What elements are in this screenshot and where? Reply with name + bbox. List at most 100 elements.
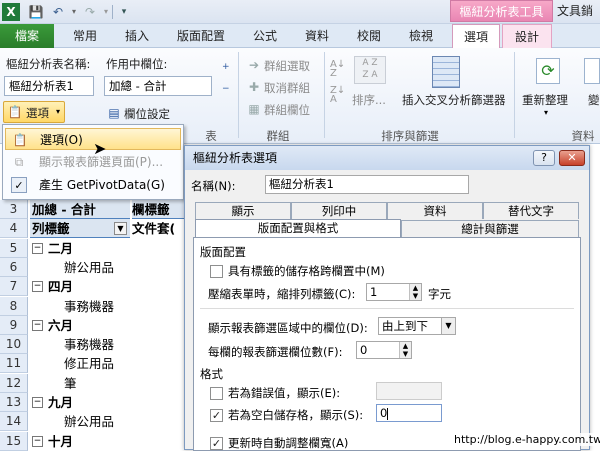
pivot-group-label-partial: 表	[205, 129, 217, 143]
tab-options[interactable]: 選項	[452, 24, 500, 49]
collapse-icon[interactable]: −	[32, 319, 43, 331]
pivot-cell[interactable]: 辦公用品	[64, 258, 114, 277]
dialog-name-input[interactable]: 樞紐分析表1	[265, 175, 469, 194]
collapse-icon[interactable]: −	[32, 397, 43, 408]
row-header[interactable]: 10	[0, 335, 28, 355]
close-button[interactable]: ✕	[559, 150, 585, 166]
sort-label[interactable]: 排序...	[352, 92, 386, 108]
pivot-cell[interactable]: 加總 - 合計	[30, 200, 130, 219]
row-header[interactable]: 13	[0, 393, 28, 412]
row-header[interactable]: 15	[0, 431, 28, 451]
row-header[interactable]: 12	[0, 373, 28, 393]
filter-per-col-spinner[interactable]: 0 ▲ ▼	[356, 341, 412, 359]
row-header[interactable]: 3	[0, 200, 28, 219]
menu-item-getpivotdata-label: 產生 GetPivotData(G)	[39, 178, 165, 192]
tab-data[interactable]: 資料	[387, 202, 483, 219]
error-value-input[interactable]	[376, 382, 442, 400]
indent-unit-label: 字元	[428, 287, 451, 301]
tab-home[interactable]: 常用	[62, 24, 108, 48]
row-header[interactable]: 5	[0, 238, 28, 258]
ungroup-button[interactable]: ✚ 取消群組	[244, 78, 324, 96]
excel-app-icon[interactable]: X	[2, 3, 20, 21]
pivot-options-icon: 📋	[7, 105, 23, 119]
pivot-cell[interactable]: 四月	[48, 277, 73, 296]
refresh-button[interactable]: ⟳ 重新整理 ▾	[520, 54, 580, 124]
tab-totals-filters[interactable]: 總計與篩選	[401, 220, 579, 237]
row-header[interactable]: 6	[0, 257, 28, 277]
sort-az-icon[interactable]: A↓ Z	[330, 60, 346, 79]
pivot-name-input[interactable]: 樞紐分析表1	[4, 76, 94, 96]
empty-show-checkbox[interactable]: ✓	[210, 409, 223, 422]
group-selection-button[interactable]: ➔ 群組選取	[244, 56, 324, 74]
tab-view[interactable]: 檢視	[398, 24, 444, 48]
pivot-cell[interactable]: 二月	[48, 239, 73, 258]
field-expand-icon[interactable]: +	[222, 62, 232, 72]
pivot-cell[interactable]: 筆	[64, 374, 77, 393]
row-header[interactable]: 11	[0, 354, 28, 374]
sort-dialog-icon[interactable]: A ZZ A	[354, 56, 386, 84]
insert-slicer-button[interactable]: 插入交叉分析篩選器	[402, 54, 506, 124]
pivot-cell[interactable]: 事務機器	[64, 297, 114, 316]
row-header[interactable]: 7	[0, 277, 28, 297]
autofit-checkbox[interactable]: ✓	[210, 437, 223, 450]
change-source-icon[interactable]	[584, 58, 600, 84]
merge-center-checkbox[interactable]	[210, 265, 223, 278]
pivot-cell[interactable]: 十月	[48, 432, 73, 451]
tab-insert[interactable]: 插入	[114, 24, 160, 48]
pivot-cell[interactable]: 事務機器	[64, 335, 114, 354]
tab-review[interactable]: 校閱	[346, 24, 392, 48]
help-button[interactable]: ?	[533, 150, 555, 166]
pivot-cell[interactable]: 文件套(	[132, 219, 186, 238]
sort-za-icon[interactable]: Z↓ A	[330, 86, 346, 105]
tab-data[interactable]: 資料	[294, 24, 340, 48]
undo-icon[interactable]: ↶	[50, 4, 66, 20]
error-show-checkbox[interactable]	[210, 387, 223, 400]
row-header[interactable]: 8	[0, 296, 28, 316]
pivot-cell[interactable]: 六月	[48, 316, 73, 335]
tab-design[interactable]: 設計	[502, 24, 552, 48]
redo-icon[interactable]: ↷	[82, 4, 98, 20]
spin-arrows-icon[interactable]: ▲ ▼	[409, 284, 421, 300]
collapse-icon[interactable]: −	[32, 435, 43, 447]
row-header[interactable]: 9	[0, 315, 28, 335]
field-collapse-icon[interactable]: −	[222, 84, 232, 94]
tab-formulas[interactable]: 公式	[242, 24, 288, 48]
customize-qat-icon[interactable]: ▾	[116, 4, 132, 20]
pivot-cell[interactable]: 欄標籤	[132, 200, 186, 219]
row-header[interactable]: 14	[0, 412, 28, 432]
empty-value-input[interactable]: 0	[376, 404, 442, 422]
field-settings-icon: ▤	[108, 106, 120, 120]
save-icon[interactable]: 💾	[28, 4, 44, 20]
format-section-title: 格式	[200, 367, 223, 381]
menu-item-getpivotdata[interactable]: ✓ 產生 GetPivotData(G)	[5, 174, 181, 196]
pivot-cell[interactable]: 修正用品	[64, 354, 114, 373]
filter-pages-icon: ⧉	[14, 155, 24, 169]
collapse-icon[interactable]: −	[32, 242, 43, 254]
undo-dropdown-icon[interactable]: ▾	[66, 4, 82, 20]
collapse-icon[interactable]: −	[32, 281, 43, 293]
group-field-button[interactable]: ▦ 群組欄位	[244, 100, 324, 118]
field-settings-button[interactable]: ▤ 欄位設定	[104, 104, 204, 122]
compact-indent-spinner[interactable]: 1 ▲ ▼	[366, 283, 422, 301]
tab-printing[interactable]: 列印中	[291, 202, 387, 219]
row-header[interactable]: 4	[0, 219, 28, 239]
spin-arrows-icon[interactable]: ▲ ▼	[399, 342, 411, 358]
tab-layout-format[interactable]: 版面配置與格式	[195, 219, 401, 238]
options-button[interactable]: 📋 選項 ▾	[3, 101, 65, 123]
tab-page-layout[interactable]: 版面配置	[166, 24, 236, 48]
pivot-tools-context-label: 樞紐分析表工具	[450, 0, 553, 22]
filter-order-select[interactable]: 由上到下 ▼	[378, 317, 456, 335]
active-field-input[interactable]: 加總 - 合計	[104, 76, 212, 96]
chevron-down-icon: ▾	[56, 107, 61, 116]
pivot-cell[interactable]: 九月	[48, 393, 73, 412]
chevron-down-icon[interactable]: ▼	[441, 318, 455, 334]
tab-file[interactable]: 檔案	[0, 24, 54, 48]
worksheet[interactable]: 3 加總 - 合計 欄標籤 4 列標籤 ▼ 文件套(5− 二月 6 辦公用品 7− 四月 8 事務機器 9−…	[0, 200, 186, 451]
change-source-label-partial[interactable]: 變	[588, 92, 600, 108]
filter-dropdown-icon[interactable]: ▼	[114, 222, 127, 236]
tab-alt-text[interactable]: 替代文字	[483, 202, 579, 219]
ungroup-icon: ✚	[248, 80, 260, 94]
options-menu: 📋 選項(O) ⧉ 顯示報表篩選頁面(P)... ✓ 產生 GetPivotDa…	[2, 124, 184, 200]
tab-display[interactable]: 顯示	[195, 202, 291, 219]
pivot-cell[interactable]: 辦公用品	[64, 412, 114, 431]
